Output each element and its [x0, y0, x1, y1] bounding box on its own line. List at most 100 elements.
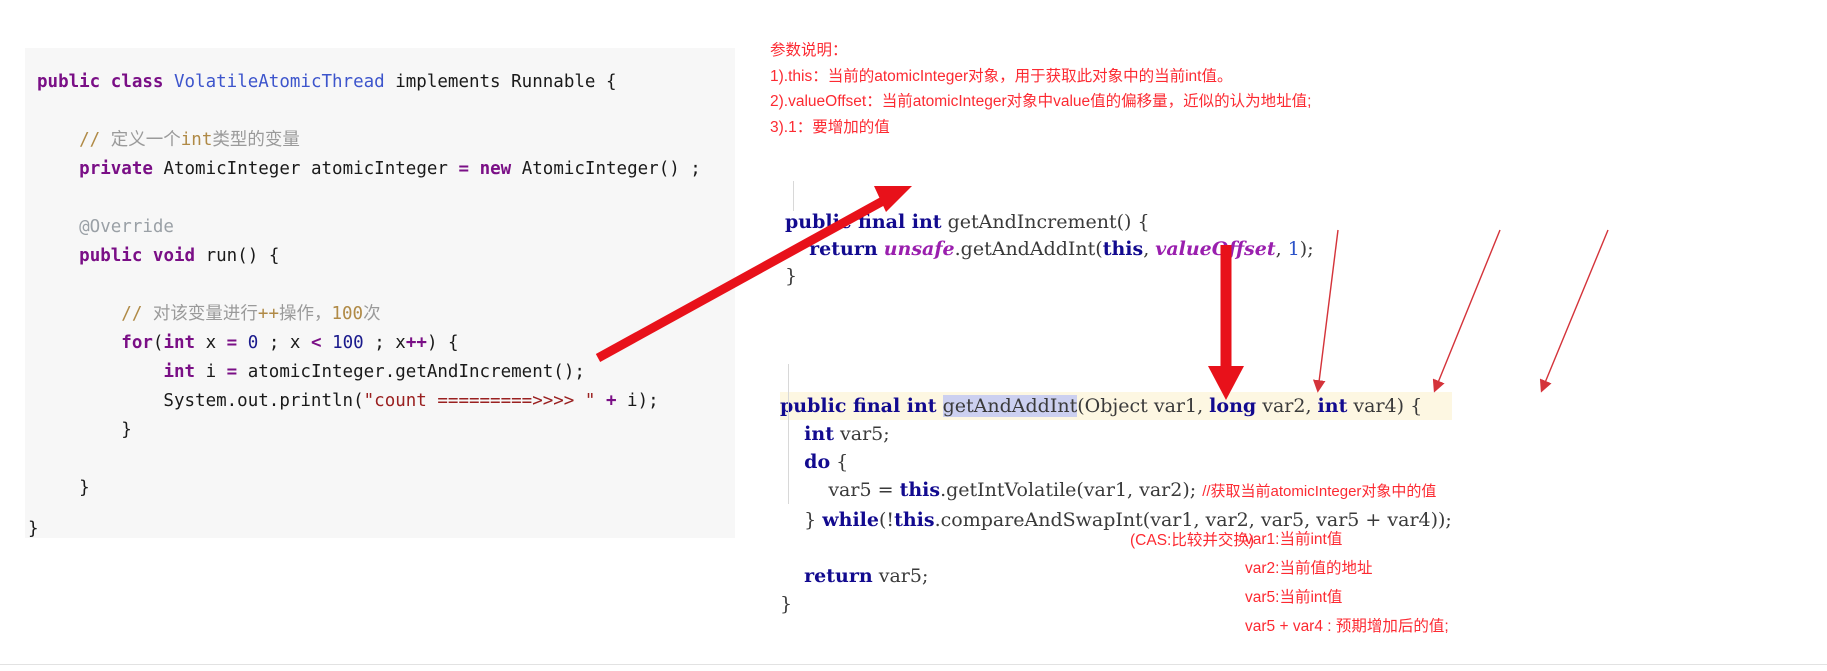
code-token: run() { [195, 246, 280, 266]
code-token: = [226, 362, 238, 382]
code-token: 对该变量进行 [152, 304, 258, 324]
code-line: } [785, 263, 1314, 290]
code-line: private AtomicInteger atomicInteger = ne… [37, 155, 735, 184]
code-token: ++ [405, 333, 427, 353]
code-token: 100 [331, 304, 364, 324]
code-line: do { [780, 448, 1452, 476]
cas-note: (CAS:比较并交换) [1130, 532, 1255, 549]
code-token: public [79, 246, 153, 266]
parameter-note-item: 1).this：当前的atomicInteger对象，用于获取此对象中的当前in… [770, 67, 1233, 85]
code-token: int [804, 423, 834, 445]
code-line: var5 = this.getIntVolatile(var1, var2); … [780, 476, 1452, 506]
code-token: getAndIncrement() { [941, 211, 1150, 233]
code-token: ); [1299, 238, 1314, 260]
code-token: void [152, 246, 196, 266]
param1-type: Object [1084, 395, 1148, 417]
code-token: ; x [363, 333, 406, 353]
code-token: this [899, 479, 941, 501]
code-token: "count =========>>>> " [363, 391, 596, 411]
code-token: < [311, 333, 322, 353]
code-token: 次 [363, 304, 381, 324]
code-token: { [830, 451, 849, 473]
code-token: while [822, 509, 879, 531]
code-token: public final int [785, 211, 942, 233]
code-token: var5; [872, 565, 929, 587]
get-and-increment-code-block: public final int getAndIncrement() { ret… [785, 155, 1314, 290]
code-token: var5 = [780, 479, 900, 501]
code-token: ) { [426, 333, 459, 353]
variable-note-line: var2:当前值的地址 [1245, 560, 1373, 577]
code-line: // 定义一个int类型的变量 [37, 126, 735, 155]
code-token: , [1143, 238, 1156, 260]
code-line: public void run() { [37, 242, 735, 271]
class-closing-brace: } [28, 519, 39, 539]
code-token: private [79, 159, 164, 179]
code-token: x [195, 333, 227, 353]
signature-keywords: public final int [780, 395, 937, 417]
code-token: .getIntVolatile(var1, var2); [940, 479, 1203, 501]
code-token: class [110, 72, 174, 92]
code-token: , [1275, 238, 1288, 260]
variable-explanation-notes: var1:当前int值 var2:当前值的地址 var5:当前int值 var5 + … [1245, 525, 1449, 641]
code-token: // [37, 130, 111, 150]
indent-guide-line [788, 364, 789, 504]
code-token: AtomicInteger [163, 159, 301, 179]
code-token: ; x [258, 333, 311, 353]
param3-type: int [1317, 395, 1348, 417]
param1-name: var1, [1147, 395, 1210, 417]
code-token: 定义一个 [110, 130, 181, 150]
param2-type: long [1209, 395, 1257, 417]
highlighted-method-name: getAndAddInt [942, 395, 1078, 417]
bottom-divider [0, 664, 1827, 665]
code-token: atomicInteger.getAndIncrement(); [237, 362, 585, 382]
code-token: = [458, 159, 470, 179]
parameter-note-item: 3).1：要增加的值 [770, 118, 890, 136]
code-token: + [605, 391, 617, 411]
code-line: for(int x = 0 ; x < 100 ; x++) { [37, 329, 735, 358]
code-line: } [37, 416, 735, 445]
code-token: } [780, 509, 823, 531]
parameter-explanation-note: 参数说明： 1).this：当前的atomicInteger对象，用于获取此对象中… [770, 38, 1311, 140]
source-code-panel: public class VolatileAtomicThread implem… [25, 48, 735, 538]
code-token: Runnable [511, 72, 596, 92]
variable-note-line: var5 + var4 : 预期增加后的值; [1245, 618, 1449, 635]
method-signature-line: public final int getAndAddInt(Object var… [780, 392, 1452, 420]
code-token: 1 [1287, 238, 1300, 260]
code-line: System.out.println("count =========>>>> … [37, 387, 735, 416]
code-line: int i = atomicInteger.getAndIncrement(); [37, 358, 735, 387]
code-token: { [595, 72, 617, 92]
code-token: unsafe [883, 238, 955, 260]
code-line: public class VolatileAtomicThread implem… [37, 68, 735, 97]
param2-name: var2, [1256, 395, 1318, 417]
code-token: var5; [833, 423, 890, 445]
code-token: i); [616, 391, 659, 411]
parameter-note-title: 参数说明： [770, 42, 848, 59]
code-token: VolatileAtomicThread [173, 72, 385, 92]
code-line: } [37, 474, 735, 503]
indent-guide-line [793, 181, 794, 211]
code-token: implements [384, 72, 512, 92]
code-token: int [163, 362, 196, 382]
code-token: int [163, 333, 196, 353]
code-token: } [37, 420, 132, 440]
code-line: public final int getAndIncrement() { [785, 209, 1314, 236]
code-token: // [37, 304, 153, 324]
parameter-note-item: 2).valueOffset：当前atomicInteger对象中value值的… [770, 93, 1312, 110]
variable-note-line: var5:当前int值 [1245, 589, 1343, 606]
code-token: 操作， [278, 304, 332, 324]
code-line: // 对该变量进行++操作，100次 [37, 300, 735, 329]
code-line: @Override [37, 213, 735, 242]
code-token: .getAndAddInt( [954, 238, 1103, 260]
code-token: @Override [37, 217, 174, 237]
code-token: AtomicInteger [521, 159, 659, 179]
